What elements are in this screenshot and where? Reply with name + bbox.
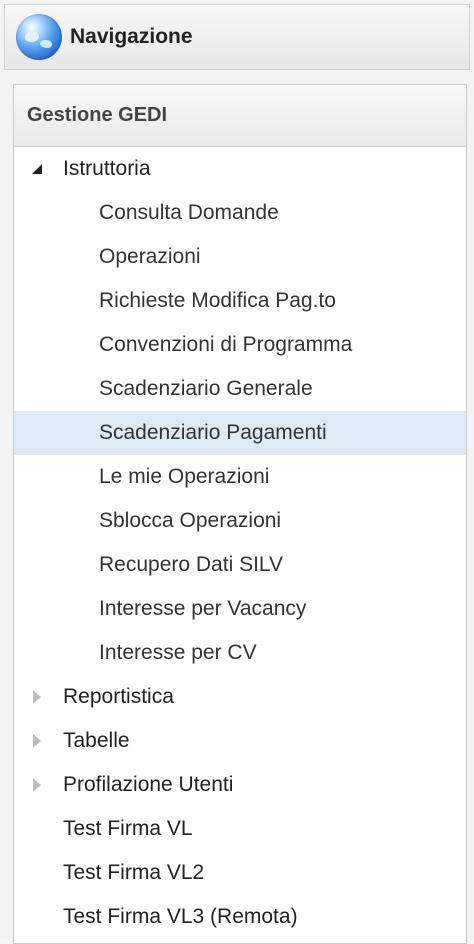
menu-item[interactable]: Sblocca Operazioni [14, 499, 466, 543]
menu-item-label: Consulta Domande [99, 201, 279, 224]
menu-item-label: Sblocca Operazioni [99, 509, 282, 532]
globe-icon [16, 14, 62, 60]
menu-item-label: Profilazione Utenti [63, 773, 234, 796]
menu-item-label: Test Firma VL3 (Remota) [63, 905, 298, 928]
menu-item-label: Scadenziario Pagamenti [99, 421, 327, 444]
menu-item[interactable]: Scadenziario Generale [14, 367, 466, 411]
menu-item-label: Test Firma VL [63, 817, 193, 840]
menu-item-label: Interesse per CV [99, 641, 257, 664]
menu-item-label: Interesse per Vacancy [99, 597, 307, 620]
menu-item-label: Istruttoria [63, 157, 151, 180]
navigation-title: Navigazione [70, 25, 193, 48]
navigation-panel: Navigazione Gestione GEDI Istruttoria Con… [0, 0, 474, 944]
menu-section-title: Gestione GEDI [14, 85, 466, 147]
menu-item[interactable]: Test Firma VL3 (Remota) [14, 895, 466, 939]
collapsed-arrow-icon[interactable] [30, 690, 44, 704]
menu-item-label: Richieste Modifica Pag.to [99, 289, 336, 312]
menu-item-label: Scadenziario Generale [99, 377, 313, 400]
menu-item[interactable]: Test Firma VL [14, 807, 466, 851]
collapsed-arrow-icon[interactable] [30, 734, 44, 748]
menu-item-label: Le mie Operazioni [99, 465, 270, 488]
menu-item[interactable]: Scadenziario Pagamenti [14, 411, 466, 455]
menu-item[interactable]: Istruttoria [14, 147, 466, 191]
menu-item[interactable]: Test Firma VL2 [14, 851, 466, 895]
collapsed-arrow-icon[interactable] [30, 778, 44, 792]
menu-item-label: Recupero Dati SILV [99, 553, 284, 576]
menu-item[interactable]: Tabelle [14, 719, 466, 763]
menu-item[interactable]: Consulta Domande [14, 191, 466, 235]
menu-item-label: Tabelle [63, 729, 130, 752]
menu-item-label: Test Firma VL2 [63, 861, 205, 884]
menu-item[interactable]: Convenzioni di Programma [14, 323, 466, 367]
navigation-header: Navigazione [4, 4, 470, 70]
menu-item[interactable]: Le mie Operazioni [14, 455, 466, 499]
menu-item-label: Operazioni [99, 245, 201, 268]
menu-item[interactable]: Interesse per Vacancy [14, 587, 466, 631]
menu-tree: Istruttoria Consulta Domande Operazioni Ric… [14, 147, 466, 939]
menu-item[interactable]: Recupero Dati SILV [14, 543, 466, 587]
menu-item[interactable]: Richieste Modifica Pag.to [14, 279, 466, 323]
menu-item[interactable]: Interesse per CV [14, 631, 466, 675]
expanded-arrow-icon[interactable] [30, 162, 44, 176]
menu-item[interactable]: Profilazione Utenti [14, 763, 466, 807]
menu-item[interactable]: Reportistica [14, 675, 466, 719]
menu-item-label: Reportistica [63, 685, 174, 708]
menu-box: Gestione GEDI Istruttoria Consulta Domand… [13, 84, 467, 944]
menu-item[interactable]: Operazioni [14, 235, 466, 279]
menu-item-label: Convenzioni di Programma [99, 333, 353, 356]
